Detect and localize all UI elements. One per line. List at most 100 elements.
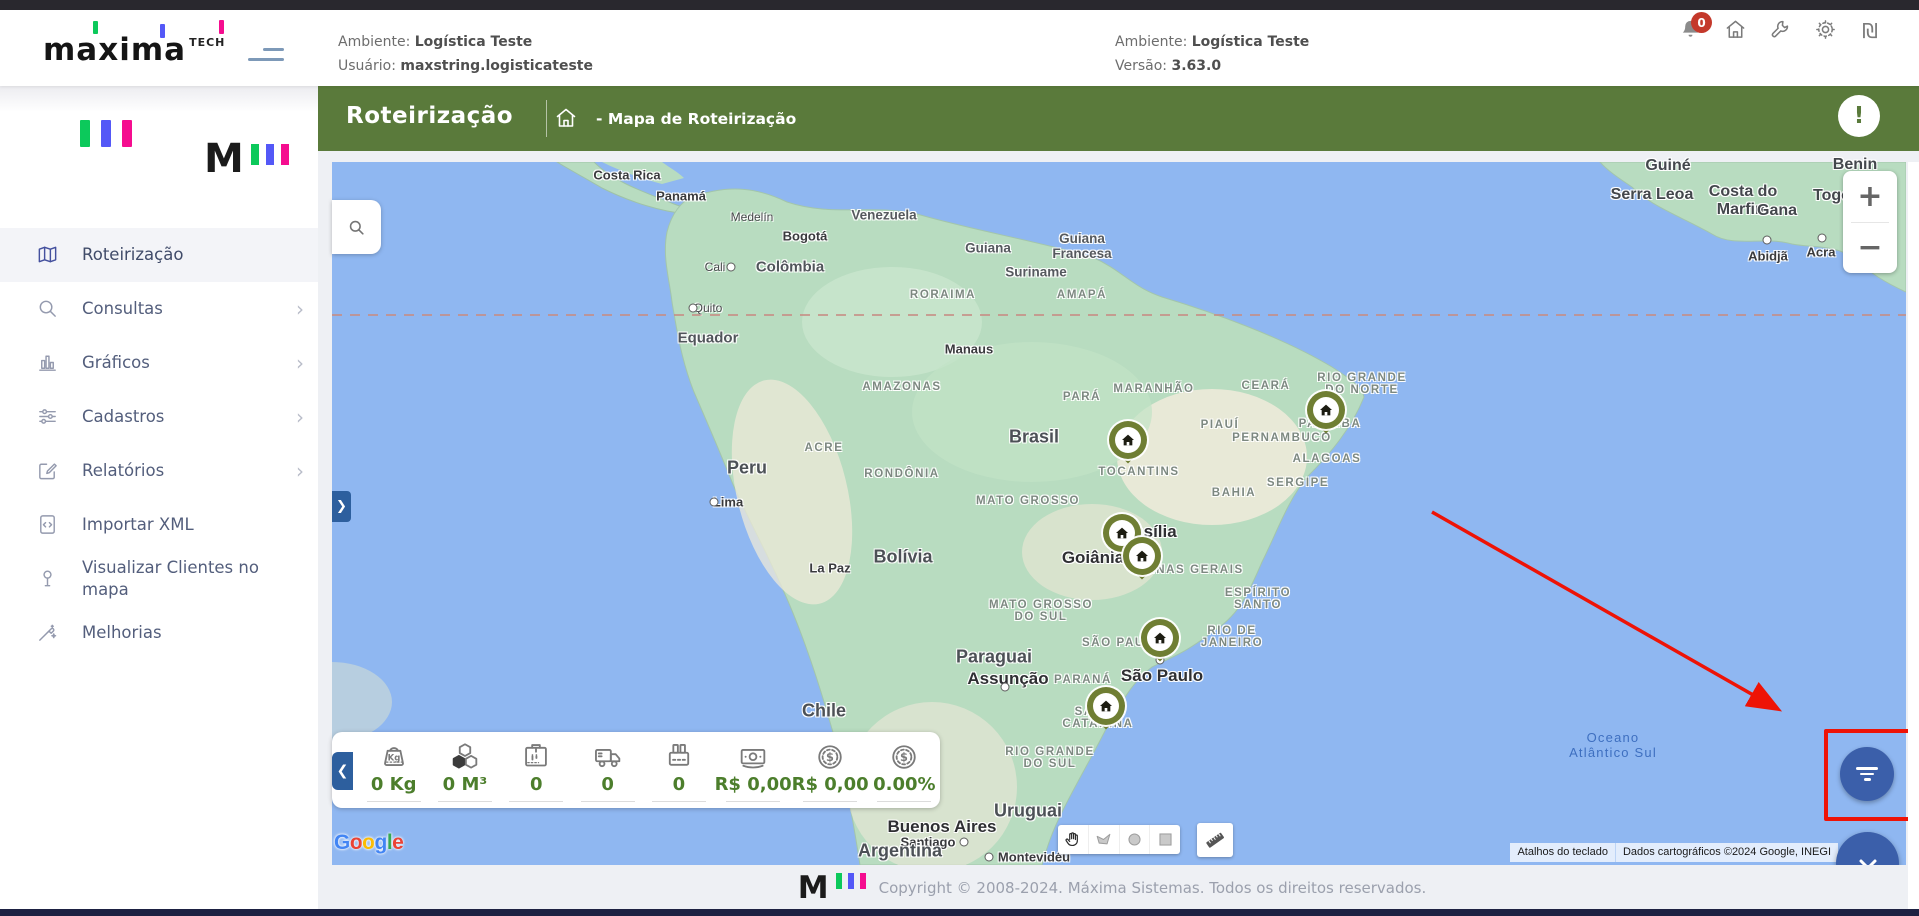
total-underline [366,801,421,802]
search-icon [36,297,60,321]
env2-label: Ambiente: [1115,34,1188,50]
gear-icon[interactable] [1812,18,1838,44]
sidebar-item-consultas[interactable]: Consultas › [0,282,318,336]
filter-button[interactable] [1840,747,1894,801]
draw-polygon-tool[interactable] [1089,825,1120,854]
ruler-icon [1206,832,1224,848]
sidebar-item-label: Cadastros [82,406,165,426]
total-underline [726,801,781,802]
coin-icon: $ [813,739,847,775]
sidebar-item-cadastros[interactable]: Cadastros › [0,390,318,444]
chevron-right-icon: › [296,459,304,483]
header-bar: maxima TECH Ambiente: Logística Teste Us… [0,10,1919,86]
sidebar-item-label: Gráficos [82,352,150,372]
map-drawing-toolbar [1058,825,1180,854]
env2-value: Logística Teste [1191,34,1310,50]
google-logo[interactable]: Google [334,831,404,855]
version-value: 3.63.0 [1171,58,1222,74]
bar-chart-icon [36,351,60,375]
total-underline [651,801,706,802]
sidebar-item-visualizar-clientes-no-mapa[interactable]: Visualizar Clientes no mapa [0,552,318,606]
money-icon [736,739,770,775]
draw-circle-tool[interactable] [1120,825,1151,854]
maxima-tech-logo[interactable]: maxima TECH [43,20,226,72]
brand-tick-pink [219,20,224,34]
total-package: 0 [501,732,572,808]
sidebar-item-relatorios[interactable]: Relatórios › [0,444,318,498]
totals-bar: ❮ Kg 0 Kg 0 M³ 0 0 0 R$ 0,00 $ R$ 0,00 $0.00% [332,732,940,808]
pan-hand-tool[interactable] [1058,825,1089,854]
env-value: Logística Teste [414,34,533,50]
totals-bar-collapse-button[interactable]: ❮ [332,752,353,790]
map-pin-marker[interactable] [1123,537,1161,580]
brand-tick-indigo [160,24,165,38]
version-label: Versão: [1115,58,1168,74]
side-panel-toggle[interactable]: ❯ [332,491,351,522]
map-search-button[interactable] [332,200,381,254]
sliders-icon [36,405,60,429]
sidebar-item-label: Relatórios [82,460,165,480]
brand-name: maxima [43,31,187,68]
version-info: Ambiente: Logística Teste Versão: 3.63.0 [1115,30,1309,78]
house-icon [1313,397,1339,423]
total-underline [803,801,858,802]
map-pin-marker[interactable] [1141,619,1179,662]
keyboard-shortcuts-link[interactable]: Atalhos do teclado [1510,843,1615,862]
zoom-out-button[interactable]: − [1843,223,1897,274]
user-value: maxstring.logisticateste [400,58,593,74]
breadcrumb-home-icon[interactable] [554,106,578,130]
wand-icon [36,621,60,645]
total-underline [580,801,635,802]
total-value: 0 [601,774,614,795]
weight-icon: Kg [377,739,411,775]
house-icon [1093,693,1119,719]
total-truck: 0 [572,732,643,808]
total-percent-coin: $0.00% [869,732,940,808]
zoom-in-button[interactable]: + [1843,171,1897,222]
chevron-right-icon: › [296,351,304,375]
draw-rectangle-tool[interactable] [1150,825,1180,854]
alert-button[interactable]: ! [1838,95,1880,137]
total-underline [437,801,492,802]
sidebar-item-melhorias[interactable]: Melhorias [0,606,318,660]
map-container: Costa Rica Panamá Medelín Bogotá Venezuela Gu… [332,156,1916,895]
package-icon [519,739,553,775]
pin-icon [36,567,60,591]
total-cubes: 0 M³ [429,732,500,808]
house-icon [1147,625,1173,651]
total-weight: Kg 0 Kg [358,732,429,808]
total-value: 0 M³ [442,774,488,795]
sidebar-item-label: Roteirização [82,244,184,264]
sidebar-item-graficos[interactable]: Gráficos › [0,336,318,390]
env-label: Ambiente: [338,34,411,50]
map-pin-marker[interactable] [1307,391,1345,434]
sidebar-item-label: Melhorias [82,622,162,642]
crate-icon [662,739,696,775]
sidebar: M Roteirização Consultas › Gráficos › Cadastr… [0,86,318,910]
map-data-attribution: Dados cartográficos ©2024 Google, INEGI [1615,843,1838,862]
total-value: R$ 0,00 [791,774,869,795]
brand-suffix: TECH [189,35,226,49]
brand-tick-green [93,21,98,34]
total-value: 0.00% [873,774,936,795]
edit-icon [36,459,60,483]
footer-logo-m: M [797,869,829,906]
map-attribution: Atalhos do teclado Dados cartográficos ©… [1510,843,1838,862]
map-pin-marker[interactable] [1087,687,1125,730]
total-value: R$ 0,00 [714,774,792,795]
app-root: maxima TECH Ambiente: Logística Teste Us… [0,0,1919,916]
right-gutter [1908,162,1919,910]
map-zoom-control: + − [1843,171,1897,273]
top-strip [0,0,1919,10]
hamburger-menu-icon[interactable] [246,46,286,64]
route-icon[interactable]: ₪ [1857,18,1883,44]
wrench-icon[interactable] [1767,18,1793,44]
footer-logo-bars [835,872,866,889]
bottom-strip [0,909,1919,916]
measure-ruler-tool[interactable] [1197,823,1233,857]
sidebar-item-importar-xml[interactable]: Importar XML [0,498,318,552]
map-pin-marker[interactable] [1109,421,1147,464]
page-title: Roteirização [346,103,514,129]
sidebar-item-roteirizacao[interactable]: Roteirização [0,228,318,282]
home-icon[interactable] [1722,18,1748,44]
